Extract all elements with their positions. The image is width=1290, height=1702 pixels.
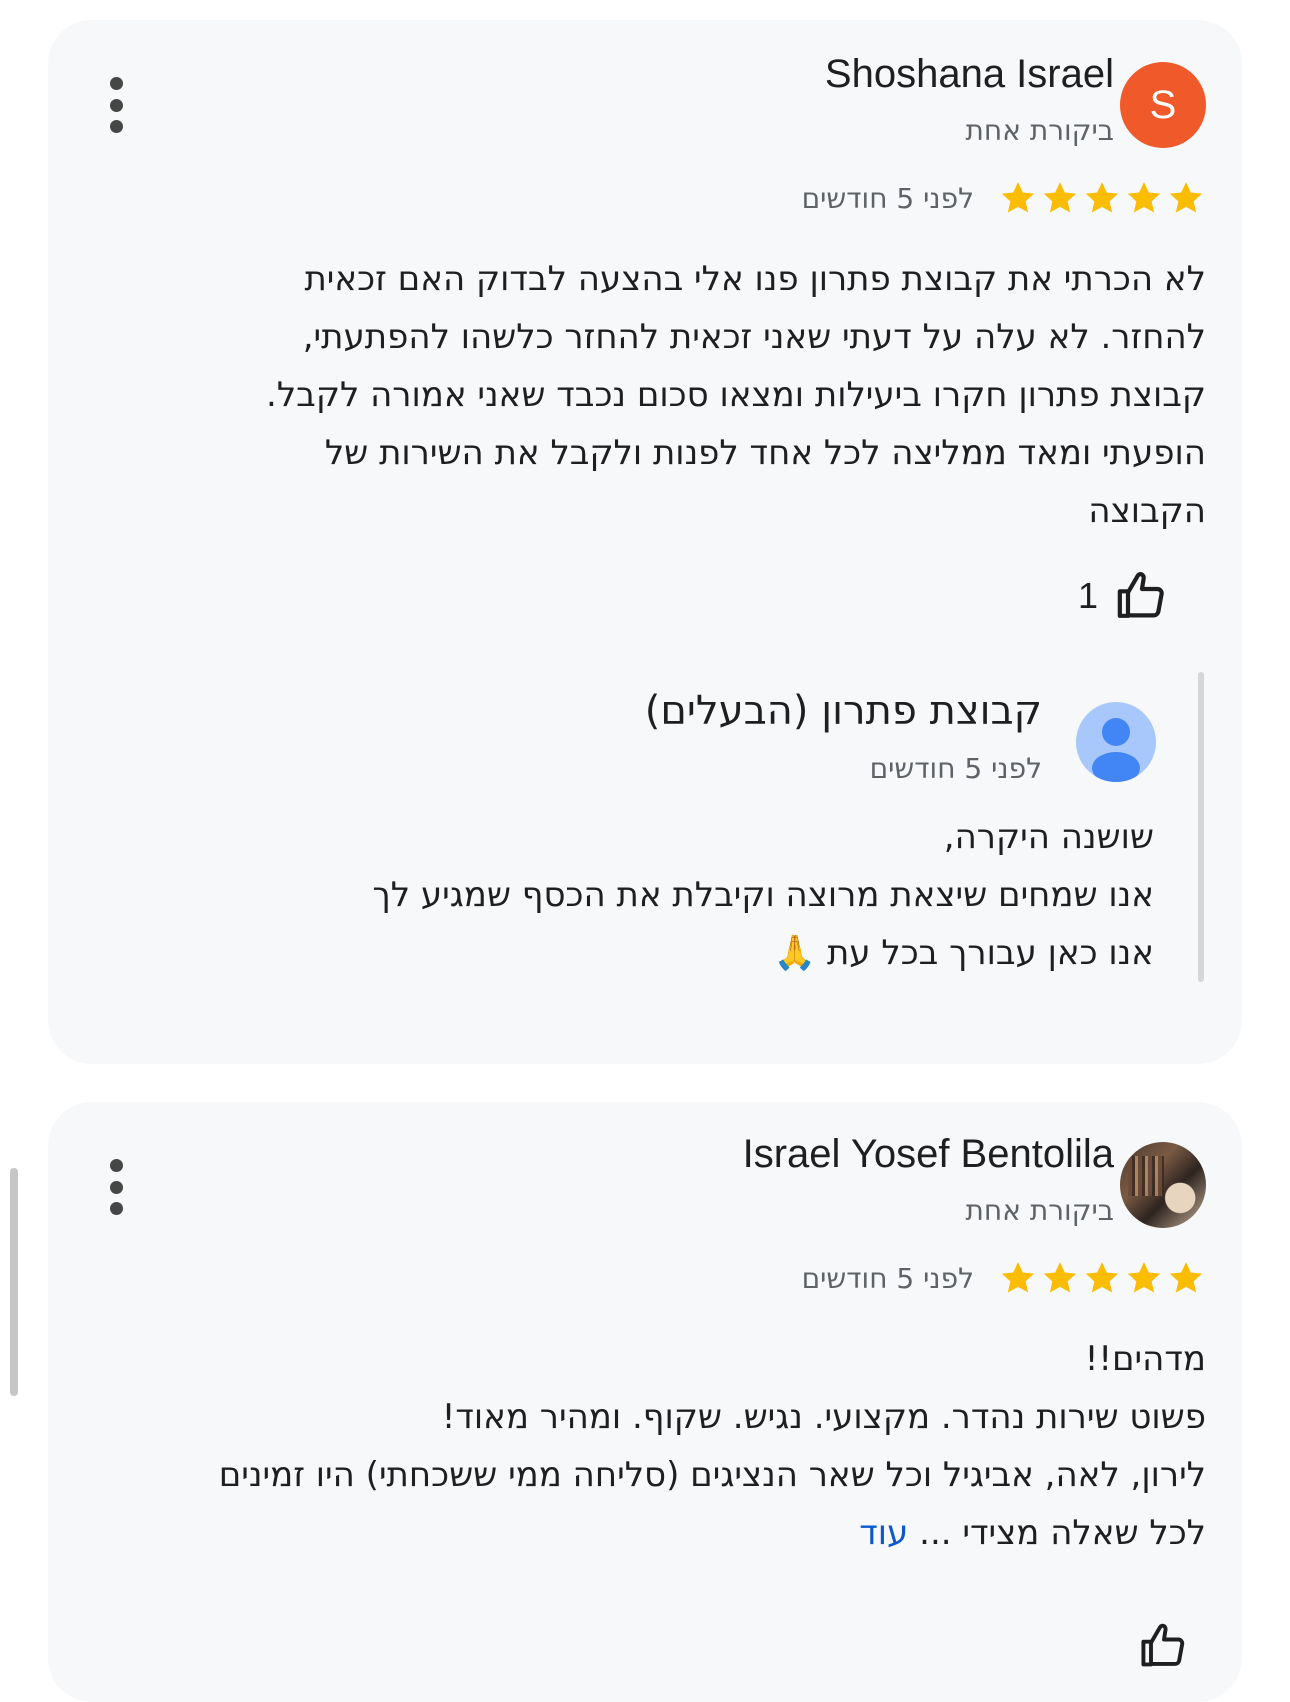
owner-reply-time: לפני 5 חודשים	[869, 752, 1042, 785]
review-text-line: פשוט שירות נהדר. מקצועי. נגיש. שקוף. ומה…	[441, 1397, 1206, 1437]
review-time: לפני 5 חודשים	[801, 1261, 974, 1295]
more-options-icon[interactable]	[108, 1159, 124, 1215]
owner-reply-text: שושנה היקרה, אנו שמחים שיצאת מרוצה וקיבל…	[372, 808, 1154, 982]
review-text: מדהים!! פשוט שירות נהדר. מקצועי. נגיש. ש…	[96, 1330, 1206, 1562]
star-icon	[1043, 182, 1077, 213]
avatar-letter: S	[1149, 82, 1177, 127]
reviewer-avatar[interactable]: S	[1120, 62, 1206, 148]
star-rating	[998, 178, 1206, 218]
owner-reply-line: שושנה היקרה,	[943, 817, 1154, 857]
review-count: ביקורת אחת	[965, 1194, 1114, 1227]
review-count: ביקורת אחת	[965, 114, 1114, 147]
star-icon	[1169, 182, 1203, 213]
owner-reply-line: אנו שמחים שיצאת מרוצה וקיבלת את הכסף שמג…	[372, 875, 1154, 915]
reviewer-avatar[interactable]	[1120, 1142, 1206, 1228]
review-text-line: הקבוצה	[1088, 491, 1206, 531]
like-button[interactable]: 1	[1078, 568, 1170, 624]
more-options-icon[interactable]	[108, 77, 124, 133]
reply-divider	[1198, 672, 1204, 982]
reviewer-name[interactable]: Shoshana Israel	[825, 52, 1114, 97]
review-card: S Shoshana Israel ביקורת אחת לפני 5 חודש…	[48, 20, 1242, 1064]
star-rating	[998, 1258, 1206, 1298]
thumb-up-icon[interactable]	[1138, 1620, 1190, 1672]
scrollbar[interactable]	[10, 1168, 18, 1396]
like-count: 1	[1077, 575, 1098, 616]
star-icon	[1085, 182, 1119, 213]
review-time: לפני 5 חודשים	[801, 181, 974, 215]
star-icon	[1043, 1262, 1077, 1293]
thumb-up-icon	[1117, 572, 1164, 618]
rating-row: לפני 5 חודשים	[802, 1256, 1206, 1300]
owner-reply-line: אנו כאן עבורך בכל עת 🙏	[773, 933, 1154, 973]
review-text-line: לא הכרתי את קבוצת פתרון פנו אלי בהצעה לב…	[304, 259, 1206, 299]
review-card: Israel Yosef Bentolila ביקורת אחת לפני 5…	[48, 1102, 1242, 1702]
star-icon	[1001, 1262, 1035, 1293]
review-text-line: הופעתי ומאד ממליצה לכל אחד לפנות ולקבל א…	[324, 433, 1206, 473]
review-text-line: להחזר. לא עלה על דעתי שאני זכאית להחזר כ…	[302, 317, 1206, 357]
review-text-fragment: לכל שאלה מצידי ...	[919, 1513, 1206, 1553]
rating-row: לפני 5 חודשים	[802, 176, 1206, 220]
reviewer-name[interactable]: Israel Yosef Bentolila	[743, 1132, 1114, 1177]
review-text: לא הכרתי את קבוצת פתרון פנו אלי בהצעה לב…	[166, 250, 1206, 540]
star-icon	[1169, 1262, 1203, 1293]
review-text-line: קבוצת פתרון חקרו ביעילות ומצאו סכום נכבד…	[266, 375, 1206, 415]
review-text-line: לכל שאלה מצידי ... עוד	[96, 1504, 1206, 1562]
star-icon	[1127, 1262, 1161, 1293]
star-icon	[1085, 1262, 1119, 1293]
owner-name: קבוצת פתרון (הבעלים)	[644, 688, 1042, 734]
person-icon	[1092, 718, 1140, 782]
star-icon	[1127, 182, 1161, 213]
star-icon	[1001, 182, 1035, 213]
read-more-link[interactable]: עוד	[859, 1513, 908, 1553]
review-text-line: לירון, לאה, אביגיל וכל שאר הנציגים (סליח…	[218, 1455, 1206, 1495]
owner-avatar	[1076, 702, 1156, 782]
review-text-line: מדהים!!	[1084, 1339, 1206, 1379]
